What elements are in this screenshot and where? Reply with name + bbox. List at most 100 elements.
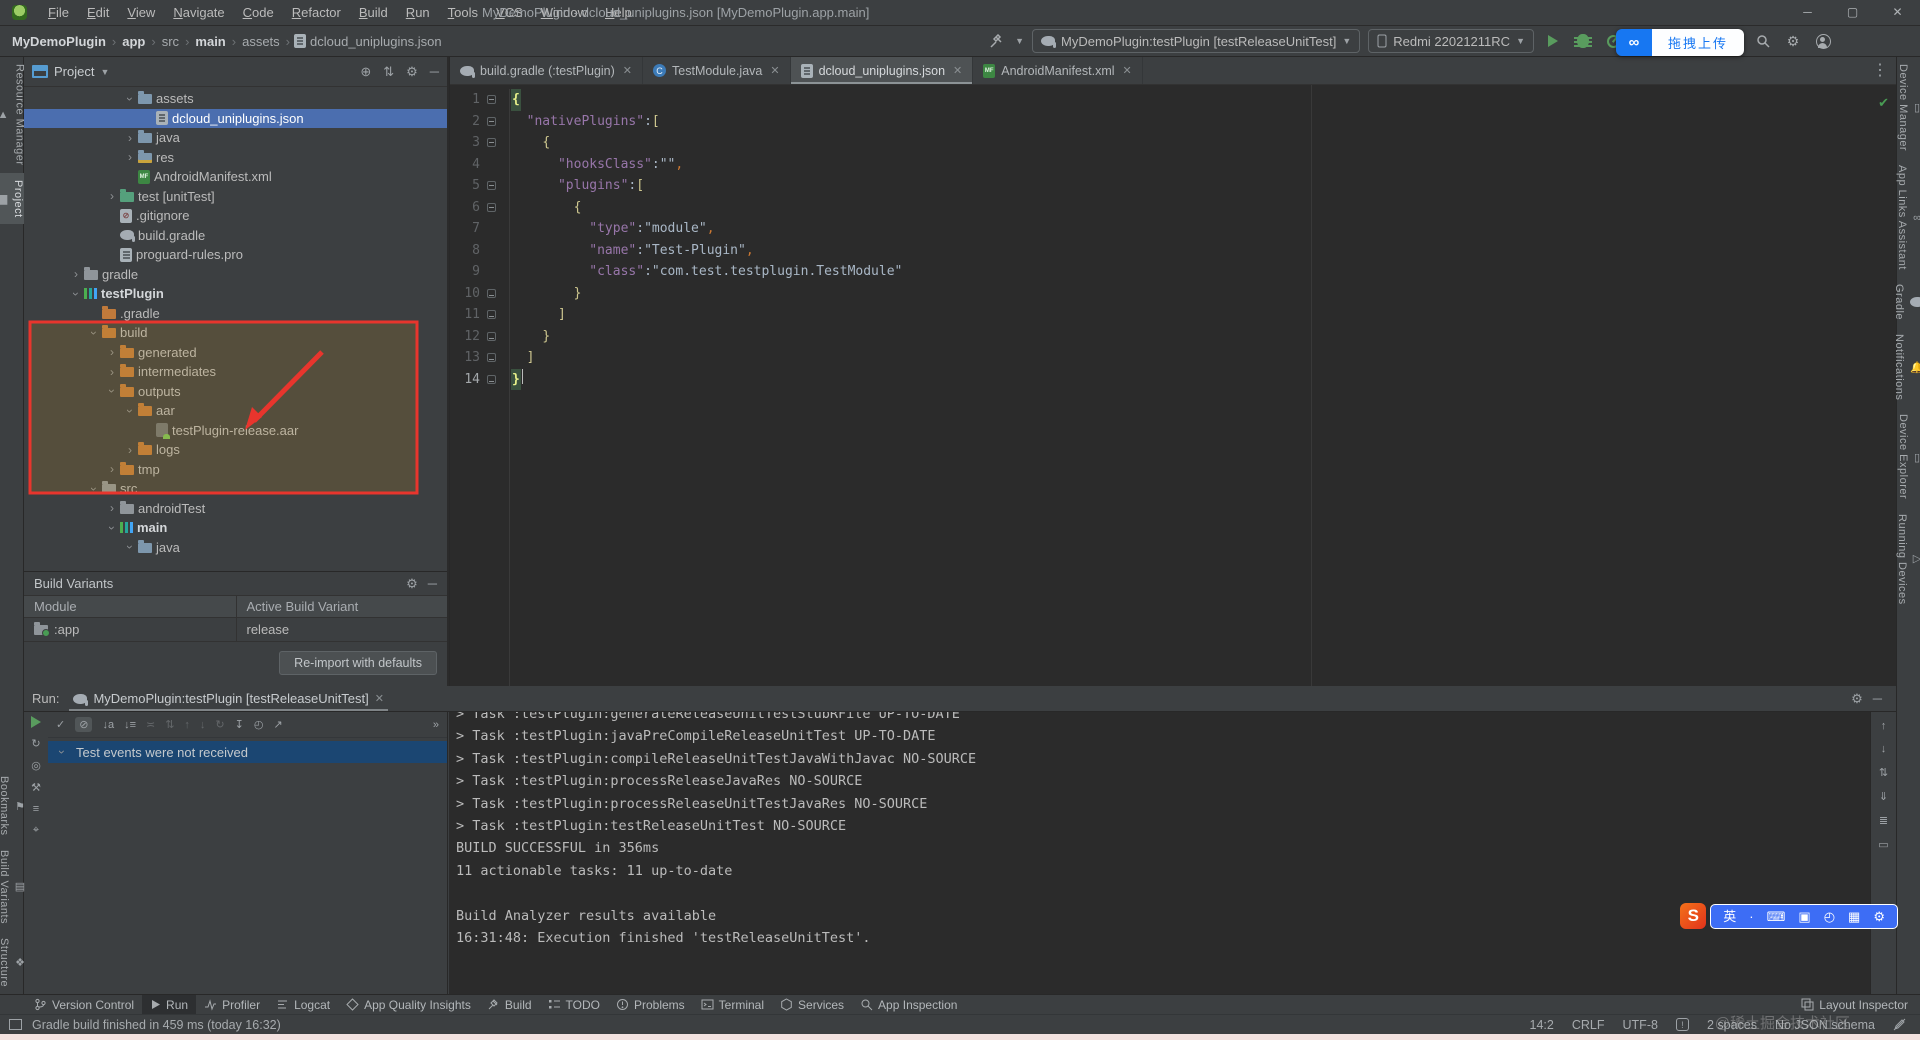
line-separator[interactable]: CRLF bbox=[1572, 1018, 1605, 1032]
test-status-row[interactable]: › Test events were not received bbox=[48, 741, 447, 763]
build-variant-row[interactable]: :app release bbox=[24, 618, 447, 642]
panel-settings-icon[interactable]: ⚙ bbox=[406, 64, 418, 80]
variant-cell[interactable]: release bbox=[235, 618, 448, 641]
collapse-all-icon[interactable]: ⇅ bbox=[165, 718, 174, 731]
collapse-all-icon[interactable]: ⇅ bbox=[383, 64, 394, 80]
netdisk-drag-upload-widget[interactable]: ∞ 拖拽上传 bbox=[1615, 29, 1744, 56]
menu-code[interactable]: Code bbox=[234, 0, 283, 26]
ime-lang-toggle[interactable]: 英 bbox=[1723, 910, 1736, 923]
fold-marker-icon[interactable] bbox=[486, 202, 496, 212]
fold-column[interactable] bbox=[480, 197, 502, 219]
menu-tools[interactable]: Tools bbox=[439, 0, 487, 26]
tree-row-outputs[interactable]: › outputs bbox=[24, 382, 447, 402]
ime-settings-icon[interactable]: ⚙ bbox=[1873, 910, 1885, 923]
menu-file[interactable]: File bbox=[39, 0, 78, 26]
tree-row-src[interactable]: › src bbox=[24, 479, 447, 499]
close-tab-icon[interactable]: ✕ bbox=[375, 692, 384, 705]
ime-logo-icon[interactable]: S bbox=[1680, 903, 1707, 929]
breadcrumb-item-MyDemoPlugin[interactable]: MyDemoPlugin bbox=[10, 34, 108, 49]
tree-row-test--unitTest-[interactable]: › test [unitTest] bbox=[24, 187, 447, 207]
left-strip-structure[interactable]: ❖ Structure bbox=[0, 931, 25, 994]
fold-column[interactable] bbox=[480, 283, 502, 305]
next-icon[interactable]: ↓ bbox=[200, 719, 206, 731]
tree-row-generated[interactable]: › generated bbox=[24, 343, 447, 363]
editor-tab-AndroidManifest.xml[interactable]: MF AndroidManifest.xml ✕ bbox=[973, 57, 1143, 84]
rerun-failed-icon[interactable]: ↻ bbox=[215, 718, 224, 731]
coverage-icon[interactable]: ◎ bbox=[31, 759, 41, 772]
fold-marker-icon[interactable] bbox=[486, 374, 496, 384]
file-encoding[interactable]: UTF-8 bbox=[1623, 1018, 1658, 1032]
menu-navigate[interactable]: Navigate bbox=[164, 0, 233, 26]
run-console[interactable]: > Task :testPlugin:generateReleaseUnitTe… bbox=[449, 712, 1870, 994]
tree-row-dcloud-uniplugins.json[interactable]: dcloud_uniplugins.json bbox=[24, 108, 447, 128]
tool-window-button-build[interactable]: Build bbox=[479, 995, 540, 1015]
layout-inspector-button[interactable]: Layout Inspector bbox=[1801, 998, 1920, 1012]
rerun-tests-button[interactable] bbox=[31, 716, 41, 728]
right-strip-running-devices[interactable]: ▷ Running Devices bbox=[1896, 507, 1920, 612]
chevron-icon[interactable]: › bbox=[105, 383, 119, 399]
up-icon[interactable]: ↑ bbox=[1881, 720, 1887, 732]
breadcrumb-item-dcloud_uniplugins.json[interactable]: dcloud_uniplugins.json bbox=[308, 34, 444, 49]
right-strip-app-links-assistant[interactable]: ∞ App Links Assistant bbox=[1896, 158, 1920, 277]
tree-row-testPlugin[interactable]: › testPlugin bbox=[24, 284, 447, 304]
ime-clipboard-icon[interactable]: ▣ bbox=[1798, 910, 1810, 923]
tree-row-testPlugin-release.aar[interactable]: testPlugin-release.aar bbox=[24, 421, 447, 441]
reimport-defaults-button[interactable]: Re-import with defaults bbox=[279, 651, 437, 675]
menu-run[interactable]: Run bbox=[397, 0, 439, 26]
panel-settings-icon[interactable]: ⚙ bbox=[1851, 691, 1863, 707]
tool-window-button-todo[interactable]: TODO bbox=[540, 995, 608, 1015]
tree-row-java[interactable]: › java bbox=[24, 128, 447, 148]
tree-row-main[interactable]: › main bbox=[24, 518, 447, 538]
breadcrumb-item-src[interactable]: src bbox=[160, 34, 181, 49]
fold-marker-icon[interactable] bbox=[486, 116, 496, 126]
menu-edit[interactable]: Edit bbox=[78, 0, 118, 26]
project-view-dropdown-icon[interactable]: ▼ bbox=[100, 67, 109, 77]
tool-window-button-logcat[interactable]: Logcat bbox=[268, 995, 338, 1015]
tool-window-button-problems[interactable]: Problems bbox=[608, 995, 693, 1015]
ime-clock-icon[interactable]: ◴ bbox=[1824, 910, 1835, 923]
lines-icon[interactable]: ≣ bbox=[1879, 814, 1888, 827]
more-icon[interactable]: » bbox=[433, 719, 439, 731]
editor-gutter[interactable]: 1 2 3 4 5 6 7 8 9 10 11 12 13 14 bbox=[450, 89, 510, 686]
fold-marker-icon[interactable] bbox=[486, 138, 496, 148]
chevron-icon[interactable]: › bbox=[104, 365, 120, 379]
fold-column[interactable] bbox=[480, 89, 502, 111]
ime-grid-icon[interactable]: ▦ bbox=[1848, 910, 1860, 923]
right-strip-gradle[interactable]: Gradle bbox=[1893, 277, 1920, 327]
passed-icon[interactable]: ✓ bbox=[56, 718, 65, 731]
fold-marker-icon[interactable] bbox=[486, 331, 496, 341]
fold-column[interactable] bbox=[480, 111, 502, 133]
tool-window-button-profiler[interactable]: Profiler bbox=[196, 995, 268, 1015]
breadcrumb-item-assets[interactable]: assets bbox=[240, 34, 282, 49]
tree-row-res[interactable]: › res bbox=[24, 148, 447, 168]
chevron-icon[interactable]: › bbox=[105, 520, 119, 536]
editor-tab-build.gradle---testPlugin-[interactable]: build.gradle (:testPlugin) ✕ bbox=[450, 57, 644, 84]
chevron-icon[interactable]: › bbox=[122, 150, 138, 164]
device-select[interactable]: Redmi 22021211RC ▼ bbox=[1368, 29, 1534, 53]
profile-avatar-icon[interactable] bbox=[1812, 30, 1834, 52]
locate-file-icon[interactable]: ⊕ bbox=[360, 64, 371, 80]
debug-button[interactable] bbox=[1572, 30, 1594, 52]
build-dropdown-icon[interactable]: ▼ bbox=[1015, 36, 1024, 46]
chevron-icon[interactable]: › bbox=[104, 501, 120, 515]
caret-position[interactable]: 14:2 bbox=[1530, 1018, 1554, 1032]
down-icon[interactable]: ↓ bbox=[1881, 743, 1887, 755]
chevron-icon[interactable]: › bbox=[123, 91, 137, 107]
fold-column[interactable] bbox=[480, 175, 502, 197]
menu-refactor[interactable]: Refactor bbox=[283, 0, 350, 26]
run-button[interactable] bbox=[1542, 30, 1564, 52]
fold-column[interactable] bbox=[480, 132, 502, 154]
left-strip-bookmarks[interactable]: ⚑ Bookmarks bbox=[0, 769, 25, 843]
chevron-icon[interactable]: › bbox=[68, 267, 84, 281]
fold-column[interactable] bbox=[480, 347, 502, 369]
left-strip-project[interactable]: Project ▆ bbox=[0, 172, 25, 225]
tree-row-build[interactable]: › build bbox=[24, 323, 447, 343]
tree-row-.gradle[interactable]: .gradle bbox=[24, 304, 447, 324]
close-button[interactable]: ✕ bbox=[1875, 0, 1920, 26]
close-tab-icon[interactable]: ✕ bbox=[623, 64, 632, 77]
wrench-icon[interactable]: ⚒ bbox=[31, 781, 41, 794]
chevron-icon[interactable]: › bbox=[123, 539, 137, 555]
close-tab-icon[interactable]: ✕ bbox=[770, 64, 779, 77]
right-strip-device-manager[interactable]: ▯ Device Manager bbox=[1897, 57, 1920, 158]
right-strip-notifications[interactable]: 🔔 Notifications bbox=[1893, 327, 1920, 407]
